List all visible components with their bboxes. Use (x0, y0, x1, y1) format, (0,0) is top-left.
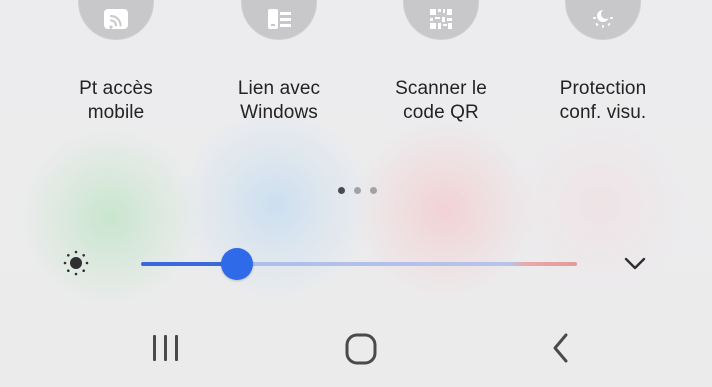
quick-tile-label-line1: Pt accès (79, 78, 153, 99)
quick-tile-label: Protection conf. visu. (533, 77, 673, 125)
navigation-bar (0, 320, 712, 387)
quick-tile-label-line1: Lien avec (237, 78, 321, 99)
home-icon[interactable] (341, 327, 383, 369)
quick-tile-label-line2: mobile (87, 102, 145, 123)
quick-tile-label: Pt accès mobile (46, 77, 186, 125)
quick-tile-label-line2: Windows (240, 102, 318, 123)
recent-apps-icon[interactable] (145, 327, 187, 369)
brightness-slider[interactable] (141, 247, 577, 281)
quick-tile-label-line2: conf. visu. (559, 102, 647, 123)
back-icon[interactable] (540, 327, 582, 369)
page-dot (354, 187, 361, 194)
brightness-slider-thumb[interactable] (220, 248, 253, 280)
quick-tile-label-line1: Protection (559, 78, 647, 99)
link-to-windows-icon[interactable] (241, 0, 317, 40)
brightness-icon (62, 249, 90, 277)
quick-settings-panel: Pt accès mobile Lien avec Windows Scanne… (0, 0, 712, 387)
page-indicator (338, 187, 388, 197)
quick-tile-label-line1: Scanner le (395, 78, 487, 99)
page-dot-active (338, 187, 345, 194)
qr-code-icon[interactable] (403, 0, 479, 40)
eye-comfort-icon[interactable] (565, 0, 641, 40)
brightness-slider-track[interactable] (236, 262, 577, 266)
quick-tile-label: Lien avec Windows (209, 77, 349, 125)
quick-tile-label: Scanner le code QR (371, 77, 511, 125)
hotspot-icon[interactable] (78, 0, 154, 40)
quick-tile-label-line2: code QR (403, 102, 479, 123)
page-dot (370, 187, 377, 194)
chevron-down-icon[interactable] (620, 251, 650, 275)
